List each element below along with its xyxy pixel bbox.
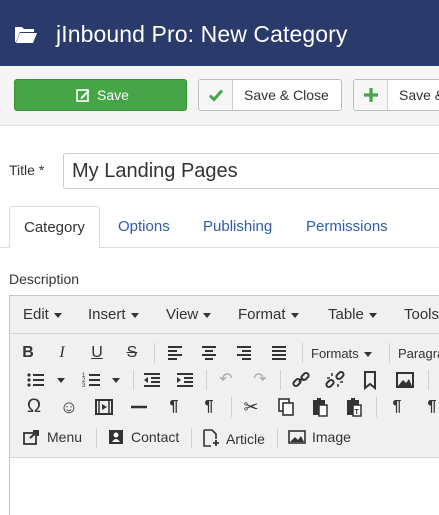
align-right-icon[interactable]	[232, 342, 256, 364]
menu-insert[interactable]: Insert	[88, 306, 139, 323]
save-close-button[interactable]: Save & Close	[198, 79, 342, 111]
tab-bar: Category Options Publishing Permissions	[0, 206, 439, 249]
numbered-list-icon[interactable]: 123	[80, 369, 104, 391]
page-header: jInbound Pro: New Category	[0, 0, 439, 66]
insert-image-button[interactable]: Image	[288, 429, 351, 445]
redo-icon[interactable]: ↷	[248, 369, 272, 391]
special-char-icon[interactable]: Ω	[22, 396, 46, 418]
action-toolbar: Save Save & Close Save & New	[0, 66, 439, 126]
image-icon	[288, 430, 306, 444]
chevron-down-icon	[290, 312, 299, 318]
horizontal-rule-icon[interactable]	[127, 396, 151, 418]
save-button[interactable]: Save	[14, 79, 187, 111]
save-new-button[interactable]: Save & New	[353, 79, 439, 111]
tab-options[interactable]: Options	[118, 206, 170, 248]
paste-icon[interactable]	[308, 396, 332, 418]
insert-contact-button[interactable]: Contact	[107, 429, 179, 445]
strikethrough-icon[interactable]: S	[120, 342, 144, 364]
link-icon[interactable]	[289, 369, 313, 391]
title-input[interactable]	[63, 153, 439, 189]
emoticon-icon[interactable]: ☺	[57, 396, 81, 418]
contact-icon	[109, 430, 123, 444]
description-label: Description	[9, 271, 80, 287]
insert-article-button[interactable]: Article	[202, 429, 265, 447]
bookmark-icon[interactable]	[358, 369, 382, 391]
bullet-list-icon[interactable]	[24, 369, 48, 391]
checkmark-icon	[208, 89, 224, 102]
undo-icon[interactable]: ↶	[214, 369, 238, 391]
formats-dropdown[interactable]: Formats	[311, 346, 372, 361]
bold-icon[interactable]: B	[16, 342, 40, 364]
plus-icon	[364, 88, 378, 102]
chevron-down-icon	[53, 312, 62, 318]
italic-icon[interactable]: I	[50, 342, 74, 364]
menu-table[interactable]: Table	[328, 306, 377, 323]
save-new-label: Save & New	[399, 87, 439, 103]
menu-view[interactable]: View	[166, 306, 212, 323]
insert-menu-button[interactable]: Menu	[23, 429, 82, 445]
rich-text-editor: Edit Insert View Format Table Tools B I …	[9, 295, 439, 515]
folder-open-icon	[15, 27, 37, 43]
chevron-down-icon[interactable]	[112, 378, 120, 383]
unlink-icon[interactable]	[323, 369, 347, 391]
editor-content-area[interactable]	[10, 458, 439, 515]
chevron-down-icon	[203, 312, 212, 318]
media-icon[interactable]	[92, 396, 116, 418]
paragraph-dropdown[interactable]: Paragraph	[398, 346, 439, 361]
align-left-icon[interactable]	[163, 342, 187, 364]
visual-chars-icon[interactable]: ¶	[420, 396, 439, 418]
align-justify-icon[interactable]	[267, 342, 291, 364]
edit-icon	[76, 89, 90, 102]
save-label: Save	[97, 87, 129, 103]
title-label: Title *	[9, 162, 45, 178]
editor-menubar: Edit Insert View Format Table Tools	[10, 296, 439, 334]
image-icon[interactable]	[393, 369, 417, 391]
menu-format[interactable]: Format	[238, 306, 299, 323]
underline-icon[interactable]: U	[85, 342, 109, 364]
cut-icon[interactable]: ✂	[239, 396, 263, 418]
rtl-icon[interactable]: ¶	[197, 396, 221, 418]
tab-publishing[interactable]: Publishing	[203, 206, 272, 248]
page-title: jInbound Pro: New Category	[56, 21, 348, 47]
menu-edit[interactable]: Edit	[23, 306, 62, 323]
tab-permissions[interactable]: Permissions	[306, 206, 388, 248]
chevron-down-icon[interactable]	[57, 378, 65, 383]
chevron-down-icon	[368, 312, 377, 318]
tab-category[interactable]: Category	[9, 206, 100, 249]
paste-text-icon[interactable]: T	[342, 396, 366, 418]
ltr-icon[interactable]: ¶	[162, 396, 186, 418]
menu-tools[interactable]: Tools	[404, 306, 439, 323]
save-close-label: Save & Close	[244, 87, 329, 103]
chevron-down-icon	[130, 312, 139, 318]
show-blocks-icon[interactable]: ¶	[385, 396, 409, 418]
indent-icon[interactable]	[173, 369, 197, 391]
align-center-icon[interactable]	[197, 342, 221, 364]
file-add-icon	[203, 429, 219, 447]
outdent-icon[interactable]	[140, 369, 164, 391]
share-icon	[23, 430, 39, 445]
chevron-down-icon	[363, 352, 372, 358]
editor-toolbar: B I U S Formats Paragraph 123 ↶ ↷ Ω ☺	[10, 334, 439, 458]
copy-icon[interactable]	[274, 396, 298, 418]
svg-text:T: T	[355, 409, 360, 416]
svg-text:3: 3	[82, 383, 86, 389]
